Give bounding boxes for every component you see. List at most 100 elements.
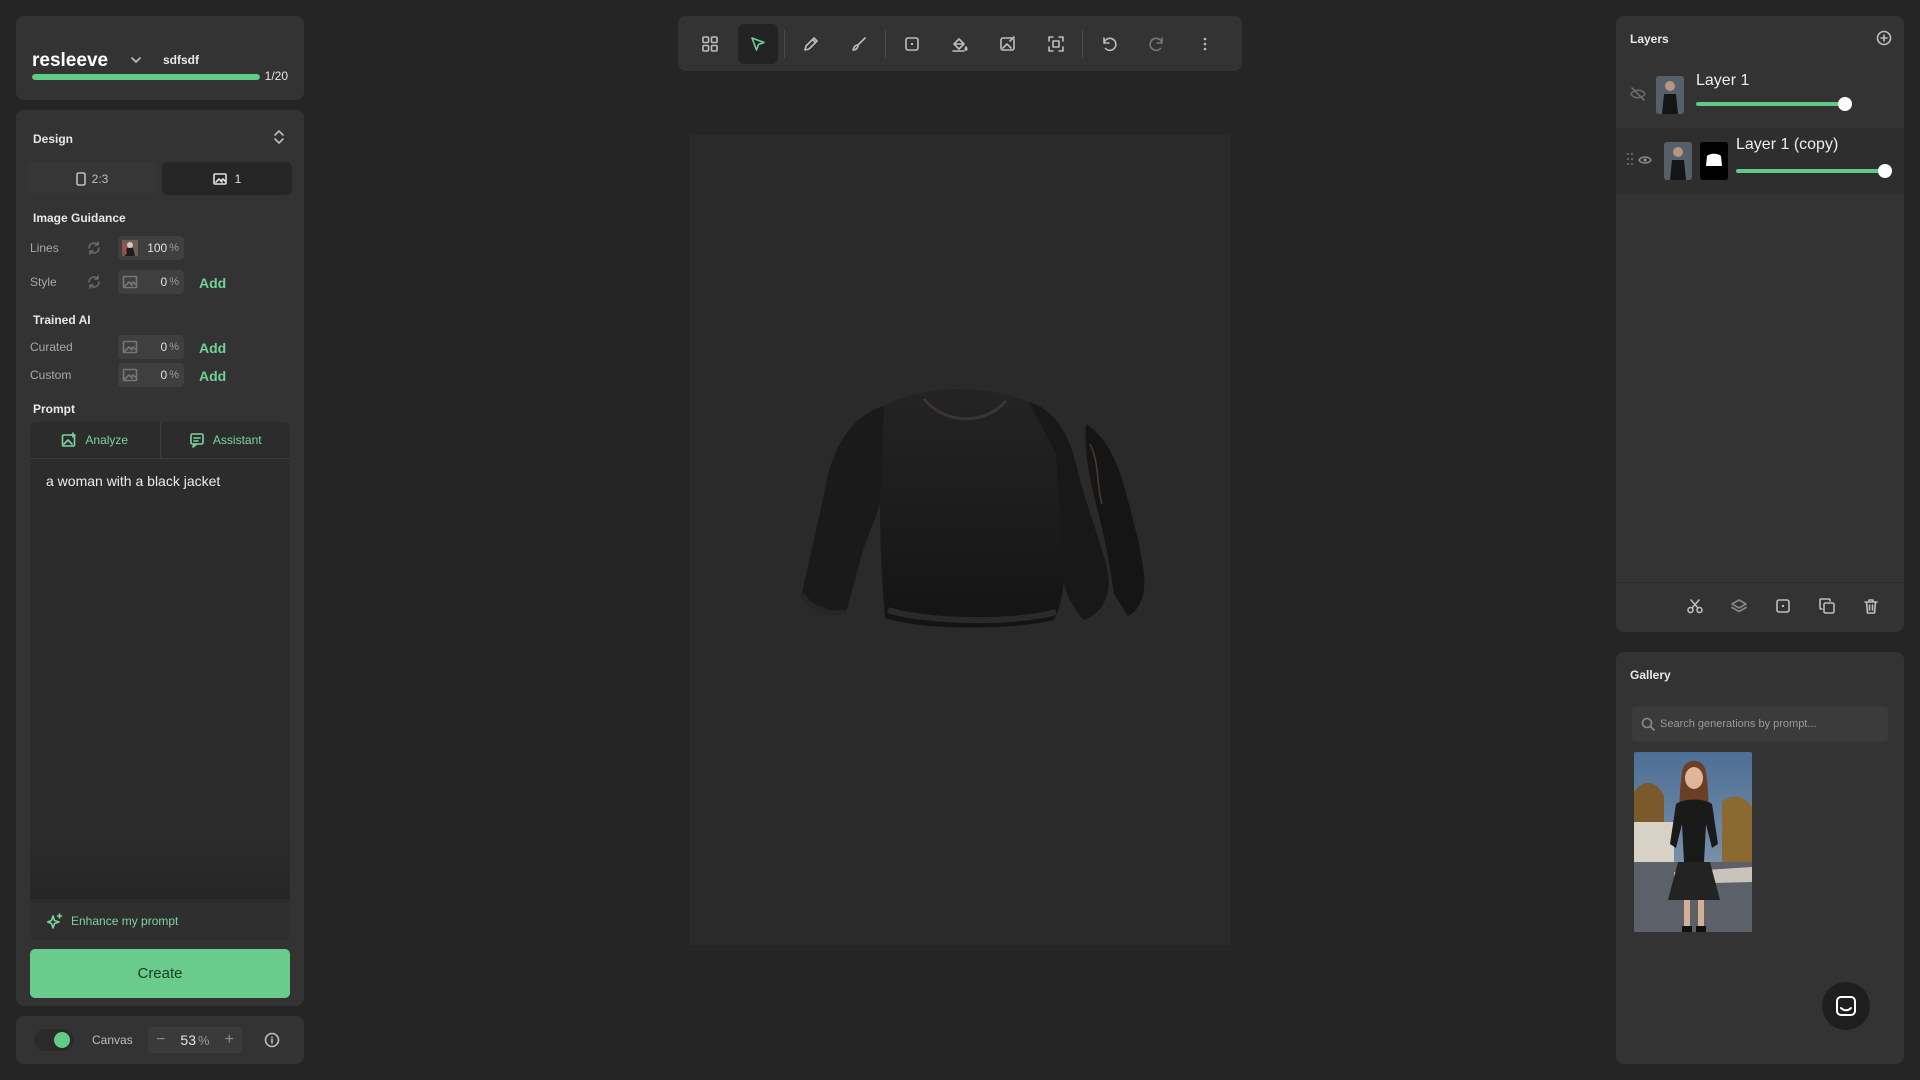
zoom-out-button[interactable]: −	[156, 1031, 165, 1049]
expand-icon[interactable]	[1036, 24, 1076, 64]
image-count-label: 1	[234, 171, 242, 186]
aspect-ratio-label: 2:3	[91, 171, 109, 186]
eye-icon[interactable]	[1638, 153, 1652, 167]
custom-strength-field[interactable]: 0 %	[118, 363, 184, 387]
images-icon	[212, 172, 229, 186]
undo-icon[interactable]	[1089, 24, 1129, 64]
zoom-value[interactable]: 53	[180, 1032, 196, 1048]
layer-opacity-slider[interactable]	[1696, 97, 1852, 111]
brush-icon[interactable]	[839, 24, 879, 64]
layer-opacity-slider[interactable]	[1736, 164, 1892, 178]
canvas-bar: Canvas − 53% +	[16, 1016, 304, 1064]
layers-title: Layers	[1630, 32, 1669, 46]
chat-icon	[1835, 995, 1857, 1017]
chat-icon	[189, 432, 205, 448]
sparkle-icon	[47, 913, 63, 929]
fill-icon[interactable]	[940, 24, 980, 64]
canvas-toggle[interactable]	[34, 1029, 74, 1051]
toolbar	[678, 16, 1242, 71]
prompt-textarea[interactable]: a woman with a black jacket	[30, 459, 290, 899]
aspect-ratio-button[interactable]: 2:3	[28, 162, 156, 195]
crop-icon[interactable]	[892, 24, 932, 64]
style-strength-field[interactable]: 0 %	[118, 270, 184, 294]
expand-collapse-icon[interactable]	[272, 129, 286, 145]
curated-value: 0	[160, 340, 168, 354]
select-icon[interactable]	[738, 23, 778, 64]
lines-strength-field[interactable]: 100 %	[118, 236, 184, 260]
create-button[interactable]: Create	[30, 949, 290, 998]
zoom-in-button[interactable]: +	[225, 1031, 234, 1049]
style-label: Style	[30, 275, 57, 289]
refresh-icon[interactable]	[86, 274, 102, 290]
info-icon[interactable]	[264, 1032, 280, 1048]
project-name[interactable]: resleeve	[32, 50, 108, 72]
scissors-icon[interactable]	[1686, 597, 1704, 615]
layer-thumbnail	[1656, 76, 1684, 114]
redo-icon[interactable]	[1137, 24, 1177, 64]
prompt-box: Analyze Assistant a woman with a black j…	[30, 422, 290, 940]
project-header: resleeve sdfsdf 1/20	[16, 16, 304, 100]
style-value: 0	[160, 275, 168, 289]
chat-support-button[interactable]	[1822, 982, 1870, 1030]
canvas[interactable]	[689, 134, 1231, 945]
gallery-search-input[interactable]	[1660, 706, 1880, 742]
image-placeholder-icon	[122, 274, 138, 290]
design-panel: Design 2:3 1 Image Guidance Lines 100 % …	[16, 110, 304, 1006]
project-subtitle: sdfsdf	[163, 53, 199, 67]
layer-item[interactable]: Layer 1	[1616, 64, 1904, 128]
curated-add-button[interactable]: Add	[199, 340, 226, 356]
custom-unit: %	[169, 369, 179, 381]
layers-merge-icon[interactable]	[1730, 597, 1748, 615]
layer-name: Layer 1 (copy)	[1736, 136, 1839, 153]
trained-ai-title: Trained AI	[33, 313, 91, 327]
drag-handle-icon[interactable]	[1626, 152, 1634, 166]
lines-label: Lines	[30, 241, 59, 255]
tab-assistant-label: Assistant	[212, 433, 262, 447]
enhance-prompt-label: Enhance my prompt	[71, 914, 179, 928]
custom-add-button[interactable]: Add	[199, 368, 226, 384]
gallery-search	[1632, 706, 1888, 742]
tab-analyze[interactable]: Analyze	[30, 422, 160, 458]
enhance-prompt-button[interactable]: Enhance my prompt	[30, 902, 290, 940]
curated-unit: %	[169, 341, 179, 353]
design-title: Design	[33, 132, 74, 146]
style-add-button[interactable]: Add	[199, 275, 226, 291]
more-icon[interactable]	[1185, 24, 1225, 64]
tab-analyze-label: Analyze	[85, 433, 129, 447]
layer-mask-thumbnail	[1700, 142, 1728, 180]
tab-assistant[interactable]: Assistant	[159, 422, 291, 458]
duplicate-icon[interactable]	[1818, 597, 1836, 615]
grid-icon[interactable]	[690, 24, 730, 64]
lines-image-thumbnail	[122, 240, 138, 256]
gallery-title: Gallery	[1630, 668, 1671, 682]
image-edit-icon[interactable]	[988, 24, 1028, 64]
search-icon	[1641, 717, 1655, 731]
refresh-icon[interactable]	[86, 240, 102, 256]
canvas-label: Canvas	[92, 1033, 133, 1047]
image-guidance-title: Image Guidance	[33, 211, 126, 225]
eye-off-icon[interactable]	[1630, 86, 1646, 102]
prompt-title: Prompt	[33, 402, 75, 416]
layer-thumbnail	[1664, 142, 1692, 180]
pencil-icon[interactable]	[791, 24, 831, 64]
portrait-icon	[75, 171, 86, 186]
chevron-down-icon[interactable]	[130, 54, 142, 66]
layer-name: Layer 1	[1696, 72, 1750, 89]
gallery-image[interactable]	[1634, 752, 1752, 932]
garment-image[interactable]	[784, 384, 1156, 636]
custom-value: 0	[160, 368, 168, 382]
layers-panel: Layers Layer 1 Layer 1 (copy)	[1616, 16, 1904, 632]
image-count-button[interactable]: 1	[162, 162, 292, 195]
trash-icon[interactable]	[1862, 597, 1880, 615]
custom-label: Custom	[30, 368, 72, 382]
curated-label: Curated	[30, 340, 73, 354]
layer-actions	[1616, 582, 1904, 632]
layer-item[interactable]: Layer 1 (copy)	[1616, 128, 1904, 194]
add-layer-icon[interactable]	[1876, 30, 1892, 46]
image-analyze-icon	[61, 432, 77, 448]
curated-strength-field[interactable]: 0 %	[118, 335, 184, 359]
progress-count: 1/20	[264, 69, 288, 83]
image-placeholder-icon	[122, 339, 138, 355]
add-square-icon[interactable]	[1774, 597, 1792, 615]
lines-unit: %	[169, 242, 179, 254]
